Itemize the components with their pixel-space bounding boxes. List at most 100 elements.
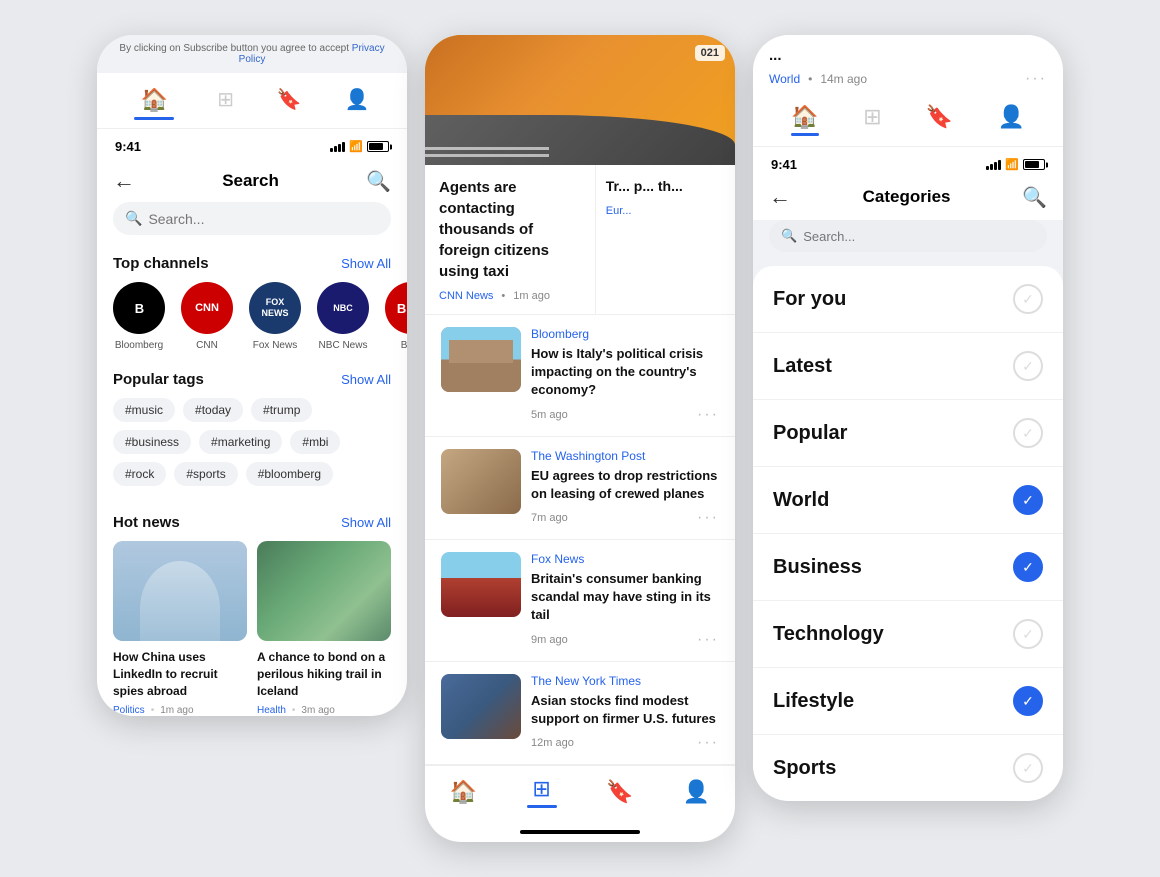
tag-trump[interactable]: #trump — [251, 398, 312, 422]
cat-lifestyle[interactable]: Lifestyle ✓ — [753, 668, 1063, 735]
world-source-label: World — [769, 72, 800, 86]
cat-search-button[interactable]: 🔍 — [1022, 185, 1047, 210]
search-input[interactable] — [148, 211, 379, 227]
cnn-logo: CNN — [181, 282, 233, 334]
hot-news-item-2[interactable]: A chance to bond on a perilous hiking tr… — [257, 541, 391, 716]
fox-headline: Britain's consumer banking scandal may h… — [531, 570, 719, 625]
nav-home-icon[interactable]: 🏠 — [134, 87, 174, 120]
top-channels-label: Top channels — [113, 255, 209, 272]
channel-bloomberg[interactable]: B Bloomberg — [113, 282, 165, 351]
cat-lifestyle-check[interactable]: ✓ — [1013, 686, 1043, 716]
cat-search-input[interactable] — [803, 229, 1035, 244]
article-nyt[interactable]: The New York Times Asian stocks find mod… — [425, 662, 735, 765]
channel-bbc[interactable]: BBC BBC — [385, 282, 407, 351]
mini-nav-bookmark[interactable]: 🔖 — [926, 104, 953, 136]
cat-for-you[interactable]: For you ✓ — [753, 266, 1063, 333]
cat-search-icon: 🔍 — [781, 228, 797, 244]
subscribe-notice: By clicking on Subscribe button you agre… — [97, 35, 407, 73]
nyt-more-button[interactable]: ··· — [697, 734, 719, 752]
cat-business-label: Business — [773, 556, 862, 579]
tags-show-all[interactable]: Show All — [341, 372, 391, 387]
channel-nbc[interactable]: NBC NBC News — [317, 282, 369, 351]
articles-list: Bloomberg How is Italy's political crisi… — [425, 315, 735, 765]
cat-world-check[interactable]: ✓ — [1013, 485, 1043, 515]
cat-for-you-label: For you — [773, 288, 846, 311]
cat-popular-check[interactable]: ✓ — [1013, 418, 1043, 448]
nyt-thumb — [441, 674, 521, 739]
cat-business-check[interactable]: ✓ — [1013, 552, 1043, 582]
bloomberg-name: Bloomberg — [115, 340, 163, 351]
search-input-bar[interactable]: 🔍 — [113, 202, 391, 235]
channels-list: B Bloomberg CNN CNN FOXNEWS Fox News NBC… — [97, 282, 407, 367]
hot-news-time-2: 3m ago — [301, 705, 334, 716]
channel-cnn[interactable]: CNN CNN — [181, 282, 233, 351]
back-button[interactable]: ← — [113, 168, 135, 194]
cat-business[interactable]: Business ✓ — [753, 534, 1063, 601]
tag-sports[interactable]: #sports — [174, 462, 237, 486]
cat-sports-check[interactable]: ✓ — [1013, 753, 1043, 783]
nav-grid-icon[interactable]: ⊞ — [217, 87, 234, 120]
main-article-meta: CNN News • 1m ago — [439, 290, 585, 302]
cat-back-button[interactable]: ← — [769, 184, 791, 210]
article-wapo[interactable]: The Washington Post EU agrees to drop re… — [425, 437, 735, 540]
cat-lifestyle-label: Lifestyle — [773, 690, 854, 713]
side-article-source: Eur... — [606, 205, 632, 217]
article-bloomberg[interactable]: Bloomberg How is Italy's political crisi… — [425, 315, 735, 437]
cat-popular-label: Popular — [773, 422, 847, 445]
cat-latest-check[interactable]: ✓ — [1013, 351, 1043, 381]
channels-show-all[interactable]: Show All — [341, 256, 391, 271]
mini-nav-grid[interactable]: ⊞ — [863, 104, 881, 136]
cat-status-icons: 📶 — [986, 158, 1045, 171]
cat-latest[interactable]: Latest ✓ — [753, 333, 1063, 400]
cat-technology-check[interactable]: ✓ — [1013, 619, 1043, 649]
hot-news-time-1: 1m ago — [160, 705, 193, 716]
cat-world-label: World — [773, 489, 829, 512]
tag-mbi[interactable]: #mbi — [290, 430, 340, 454]
cat-world[interactable]: World ✓ — [753, 467, 1063, 534]
bbc-logo: BBC — [385, 282, 407, 334]
tag-business[interactable]: #business — [113, 430, 191, 454]
side-article-preview[interactable]: Tr... p... th... Eur... — [596, 165, 735, 314]
popular-tags-header: Popular tags Show All — [97, 367, 407, 398]
foxnews-name: Fox News — [253, 340, 297, 351]
feed-nav-home[interactable]: 🏠 — [450, 779, 477, 805]
tag-rock[interactable]: #rock — [113, 462, 166, 486]
nav-bookmark-icon[interactable]: 🔖 — [277, 87, 302, 120]
hot-news-show-all[interactable]: Show All — [341, 515, 391, 530]
feed-nav-bookmark[interactable]: 🔖 — [606, 779, 633, 805]
hot-news-meta-1: Politics • 1m ago — [113, 705, 247, 716]
tag-music[interactable]: #music — [113, 398, 175, 422]
nyt-time: 12m ago — [531, 737, 574, 749]
hot-news-image-1 — [113, 541, 247, 641]
hot-news-category-1: Politics — [113, 705, 145, 716]
search-icon-button[interactable]: 🔍 — [366, 169, 391, 194]
cat-for-you-check[interactable]: ✓ — [1013, 284, 1043, 314]
wapo-more-button[interactable]: ··· — [697, 509, 719, 527]
cat-sports[interactable]: Sports ✓ — [753, 735, 1063, 801]
cat-search-bar[interactable]: 🔍 — [769, 220, 1047, 252]
tag-marketing[interactable]: #marketing — [199, 430, 282, 454]
feed-nav-person[interactable]: 👤 — [683, 779, 710, 805]
world-more-button[interactable]: ··· — [1025, 70, 1047, 88]
tag-bloomberg[interactable]: #bloomberg — [246, 462, 333, 486]
article-fox[interactable]: Fox News Britain's consumer banking scan… — [425, 540, 735, 662]
popular-tags-label: Popular tags — [113, 371, 204, 388]
cat-technology-label: Technology — [773, 623, 884, 646]
tag-today[interactable]: #today — [183, 398, 243, 422]
cat-technology[interactable]: Technology ✓ — [753, 601, 1063, 668]
mini-nav-person[interactable]: 👤 — [998, 104, 1025, 136]
bloomberg-more-button[interactable]: ··· — [697, 406, 719, 424]
hot-news-label: Hot news — [113, 514, 180, 531]
channel-foxnews[interactable]: FOXNEWS Fox News — [249, 282, 301, 351]
feed-bottom-nav: 🏠 ⊞ 🔖 👤 — [425, 765, 735, 824]
bloomberg-source: Bloomberg — [531, 327, 719, 341]
main-article-preview[interactable]: Agents are contacting thousands of forei… — [425, 165, 596, 314]
mini-nav-home[interactable]: 🏠 — [791, 104, 819, 136]
categories-title: Categories — [863, 187, 951, 207]
nav-person-icon[interactable]: 👤 — [345, 87, 370, 120]
world-article-snippet: ... World • 14m ago ··· — [753, 35, 1063, 96]
fox-more-button[interactable]: ··· — [697, 631, 719, 649]
feed-nav-grid[interactable]: ⊞ — [527, 776, 557, 808]
hot-news-item-1[interactable]: How China uses LinkedIn to recruit spies… — [113, 541, 247, 716]
cat-popular[interactable]: Popular ✓ — [753, 400, 1063, 467]
